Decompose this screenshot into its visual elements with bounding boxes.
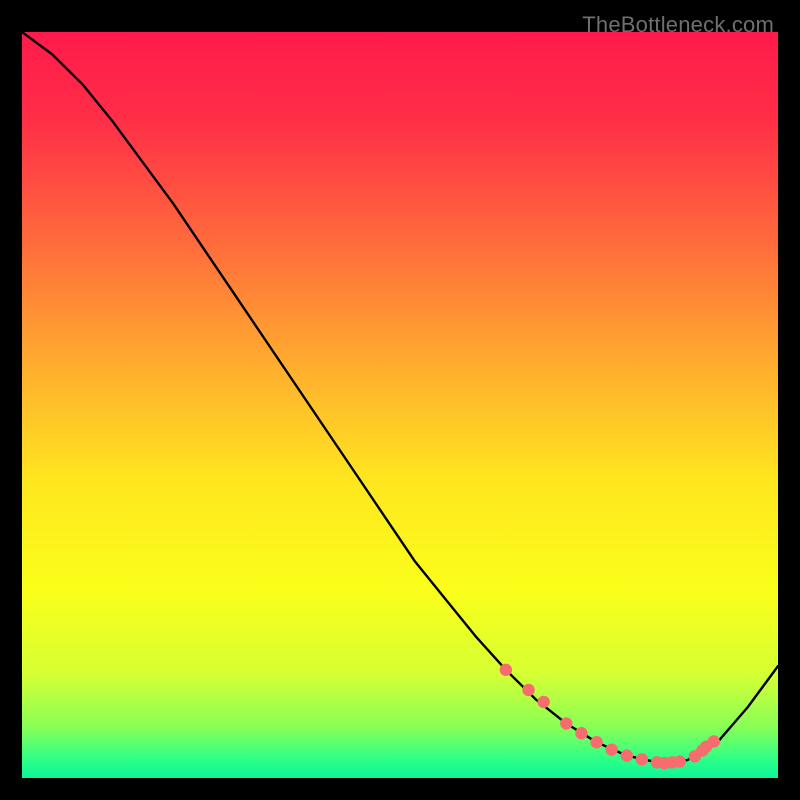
data-point [590, 736, 602, 748]
data-point [560, 717, 572, 729]
chart-plot [22, 32, 778, 778]
data-point [621, 749, 633, 761]
data-point [708, 735, 720, 747]
data-point [674, 755, 686, 767]
data-point [500, 664, 512, 676]
chart-frame: TheBottleneck.com [12, 12, 788, 788]
data-point [605, 743, 617, 755]
data-point [537, 696, 549, 708]
data-point [522, 684, 534, 696]
data-point [636, 753, 648, 765]
chart-svg [22, 32, 778, 778]
gradient-background [22, 32, 778, 778]
data-point [575, 727, 587, 739]
